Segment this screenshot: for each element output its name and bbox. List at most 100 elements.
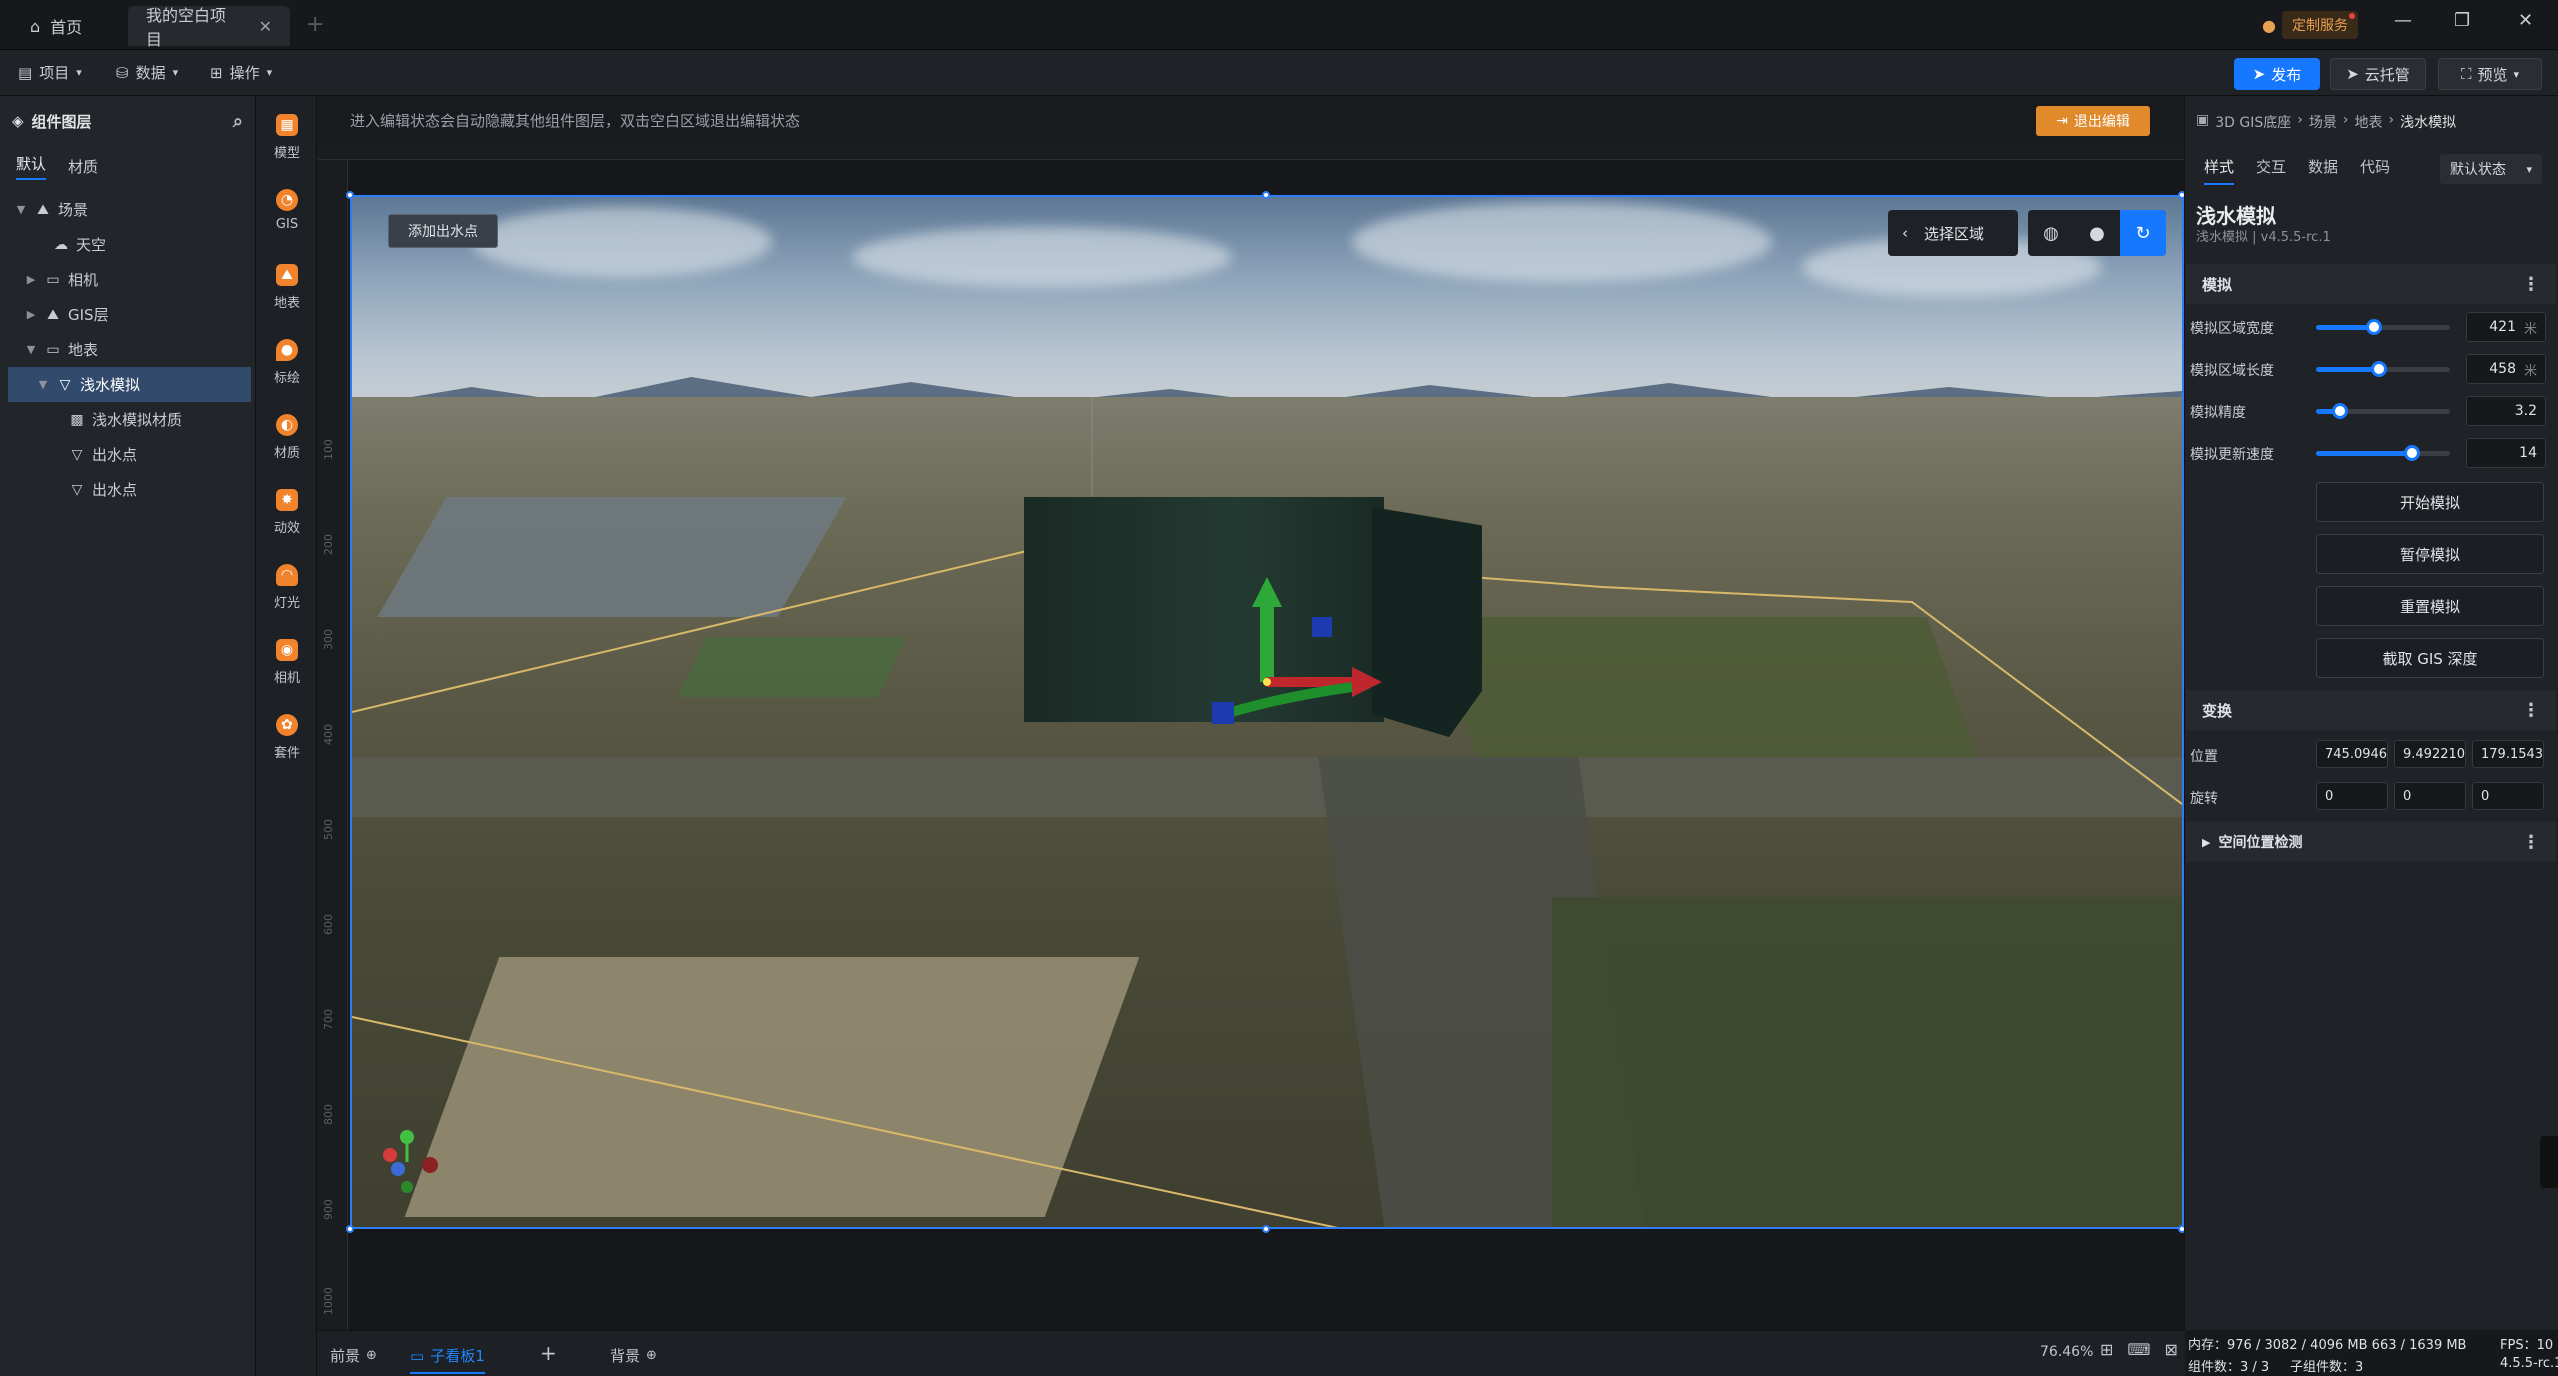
section-space-detection[interactable]: ▶ 空间位置检测 ⋮ <box>2186 822 2556 862</box>
rotation-x-input[interactable]: 0 <box>2316 782 2388 810</box>
pause-simulation-button[interactable]: 暂停模拟 <box>2316 534 2544 574</box>
tab-style[interactable]: 样式 <box>2204 156 2235 185</box>
position-z-input[interactable]: 179.154372 <box>2472 740 2544 768</box>
fit-screen-icon[interactable]: ⊞ <box>2100 1340 2113 1359</box>
caret-right-icon[interactable]: ▶ <box>24 273 38 286</box>
tree-item-camera[interactable]: ▶ ▭ 相机 <box>0 262 255 297</box>
tree-item-gis[interactable]: ▶ ⛰ GIS层 <box>0 297 255 332</box>
section-simulation[interactable]: 模拟 ⋮ <box>2186 264 2556 304</box>
tool-terrain[interactable]: ⛰ 地表 <box>257 264 317 311</box>
breadcrumb-item[interactable]: 浅水模拟 <box>2400 112 2456 132</box>
menu-operate[interactable]: ⊞ 操作 ▾ <box>210 62 272 83</box>
restore-icon[interactable]: ❐ <box>2454 10 2470 31</box>
resize-handle-bottom[interactable] <box>1262 1225 1270 1233</box>
rotation-z-input[interactable]: 0 <box>2472 782 2544 810</box>
collapse-panel-icon[interactable]: ⊠ <box>2165 1340 2178 1359</box>
tab-home[interactable]: ⌂ 首页 <box>12 6 122 46</box>
width-input[interactable]: 421 米 <box>2466 312 2546 342</box>
select-region-button[interactable]: ‹ 选择区域 <box>1888 210 2018 256</box>
tab-data[interactable]: 数据 <box>2308 156 2338 185</box>
tool-model[interactable]: ▦ 模型 <box>257 114 317 161</box>
length-slider[interactable] <box>2316 361 2450 377</box>
minimize-icon[interactable]: — <box>2394 10 2412 31</box>
tool-camera[interactable]: ◉ 相机 <box>257 639 317 686</box>
slider-knob[interactable] <box>2370 361 2387 377</box>
position-x-input[interactable]: 745.09466 <box>2316 740 2388 768</box>
tab-code[interactable]: 代码 <box>2360 156 2390 185</box>
tool-effect[interactable]: ✸ 动效 <box>257 489 317 536</box>
tree-item-sky[interactable]: ☁ 天空 <box>0 227 255 262</box>
section-transform[interactable]: 变换 ⋮ <box>2186 690 2556 730</box>
tab-default[interactable]: 默认 <box>16 153 47 180</box>
solid-sphere-icon[interactable]: ● <box>2074 210 2120 256</box>
tab-interaction[interactable]: 交互 <box>2256 156 2286 185</box>
length-input[interactable]: 458 米 <box>2466 354 2546 384</box>
tree-item-outlet-2[interactable]: ▽ 出水点 <box>0 472 255 507</box>
tab-material[interactable]: 材质 <box>68 156 98 177</box>
tool-kit[interactable]: ✿ 套件 <box>257 714 317 761</box>
publish-button[interactable]: ➤ 发布 <box>2234 58 2320 90</box>
transform-gizmo[interactable] <box>352 197 2184 1229</box>
breadcrumb-item[interactable]: 场景 <box>2309 112 2337 132</box>
precision-input[interactable]: 3.2 <box>2466 396 2546 426</box>
caret-down-icon[interactable]: ▼ <box>14 203 28 216</box>
resize-handle-top-left[interactable] <box>346 191 354 199</box>
custom-service[interactable]: ● 定制服务 <box>2262 10 2358 40</box>
slider-knob[interactable] <box>2365 319 2382 335</box>
update-speed-slider[interactable] <box>2316 445 2450 461</box>
precision-slider[interactable] <box>2316 403 2450 419</box>
preview-button[interactable]: ⛶ 预览 ▾ <box>2438 58 2542 90</box>
3d-viewport[interactable] <box>350 195 2184 1229</box>
add-tab-icon[interactable]: + <box>306 12 324 37</box>
update-speed-input[interactable]: 14 <box>2466 438 2546 468</box>
slider-knob[interactable] <box>2332 403 2349 419</box>
tree-item-outlet-1[interactable]: ▽ 出水点 <box>0 437 255 472</box>
breadcrumb-item[interactable]: 3D GIS底座 <box>2215 112 2291 132</box>
tree-item-scene[interactable]: ▼ ⛰ 场景 <box>0 192 255 227</box>
capture-gis-depth-button[interactable]: 截取 GIS 深度 <box>2316 638 2544 678</box>
menu-project[interactable]: ▤ 项目 ▾ <box>18 62 82 83</box>
panel-resize-grip[interactable] <box>2540 1136 2558 1188</box>
more-vertical-icon[interactable]: ⋮ <box>2522 832 2540 853</box>
search-icon[interactable]: ⌕ <box>233 111 243 132</box>
caret-down-icon[interactable]: ▼ <box>24 343 38 356</box>
tree-item-water-material[interactable]: ▩ 浅水模拟材质 <box>0 402 255 437</box>
tab-background[interactable]: 背景 ⊕ <box>610 1345 657 1366</box>
tab-project[interactable]: 我的空白项目 ✕ <box>128 6 290 49</box>
exit-edit-button[interactable]: ⇥ 退出编辑 <box>2036 106 2150 136</box>
keyboard-icon[interactable]: ⌨ <box>2127 1340 2150 1359</box>
resize-handle-top[interactable] <box>1262 191 1270 199</box>
reset-simulation-button[interactable]: 重置模拟 <box>2316 586 2544 626</box>
add-water-point-button[interactable]: 添加出水点 <box>388 214 498 248</box>
close-icon[interactable]: ✕ <box>259 17 272 36</box>
tab-subboard[interactable]: ▭ 子看板1 <box>410 1345 485 1374</box>
width-slider[interactable] <box>2316 319 2450 335</box>
position-y-input[interactable]: 9.4922103 <box>2394 740 2466 768</box>
tool-material[interactable]: ◐ 材质 <box>257 414 317 461</box>
more-vertical-icon[interactable]: ⋮ <box>2522 700 2540 721</box>
resize-handle-bottom-left[interactable] <box>346 1225 354 1233</box>
rotation-y-input[interactable]: 0 <box>2394 782 2466 810</box>
tab-foreground[interactable]: 前景 ⊕ <box>330 1345 377 1366</box>
zoom-level[interactable]: 76.46% <box>2040 1344 2093 1360</box>
custom-service-button[interactable]: 定制服务 <box>2281 11 2358 39</box>
menu-data[interactable]: ⛁ 数据 ▾ <box>116 62 178 83</box>
tree-item-shallow-water[interactable]: ▼ ▽ 浅水模拟 <box>8 367 251 402</box>
tool-gis[interactable]: ◔ GIS <box>257 189 317 232</box>
caret-right-icon[interactable]: ▶ <box>24 308 38 321</box>
breadcrumb-item[interactable]: 地表 <box>2354 112 2382 132</box>
caret-down-icon[interactable]: ▼ <box>36 378 50 391</box>
start-simulation-button[interactable]: 开始模拟 <box>2316 482 2544 522</box>
refresh-icon[interactable]: ↻ <box>2120 210 2166 256</box>
add-board-icon[interactable]: + <box>540 1341 557 1365</box>
wireframe-globe-icon[interactable]: ◍ <box>2028 210 2074 256</box>
plus-circle-icon[interactable]: ⊕ <box>366 1348 377 1363</box>
tree-item-terrain[interactable]: ▼ ▭ 地表 <box>0 332 255 367</box>
tool-annotation[interactable]: ● 标绘 <box>257 339 317 386</box>
tool-light[interactable]: ◠ 灯光 <box>257 564 317 611</box>
state-select[interactable]: 默认状态 ▾ <box>2440 154 2542 184</box>
cloud-hosting-button[interactable]: ➤ 云托管 <box>2330 58 2426 90</box>
close-window-icon[interactable]: ✕ <box>2518 10 2533 31</box>
more-vertical-icon[interactable]: ⋮ <box>2522 274 2540 295</box>
plus-circle-icon[interactable]: ⊕ <box>646 1348 657 1363</box>
